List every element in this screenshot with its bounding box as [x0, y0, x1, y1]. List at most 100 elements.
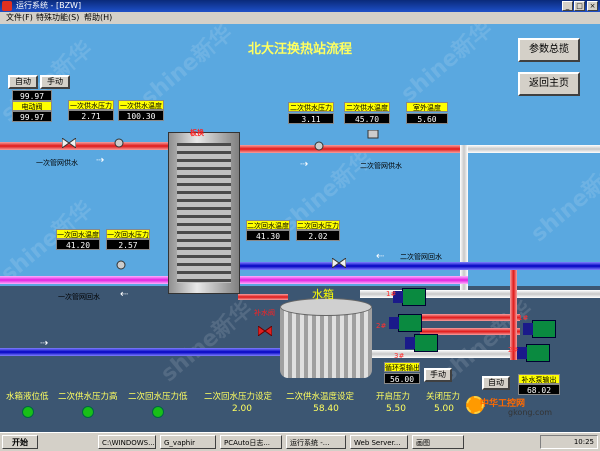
secondary-supply-pressure-label: 二次供水压力: [288, 102, 334, 112]
process-canvas: shine新华 shine新华 shine新华 shine新华 shine新华 …: [0, 24, 600, 432]
menu-file[interactable]: 文件(F): [6, 12, 33, 24]
makeup-pump-2[interactable]: [517, 344, 550, 362]
page-title: 北大汪换热站流程: [247, 42, 352, 57]
menu-help[interactable]: 帮助(H): [84, 12, 112, 24]
primary-supply-temp-label: 一次供水温度: [118, 100, 164, 110]
window-title: 运行系统 - [BZW]: [16, 1, 82, 10]
secondary-return-pressure-label: 二次回水压力: [296, 220, 340, 230]
primary-supply-pipe: [0, 142, 170, 150]
app-icon: [2, 1, 12, 11]
primary-supply-temp-value: 100.30: [118, 110, 164, 121]
pump-number-label: 1#: [518, 314, 529, 322]
window-titlebar: 运行系统 - [BZW] _ □ ×: [0, 0, 600, 12]
makeup-pump-output-value: 68.02: [518, 384, 560, 395]
pressure-sensor-icon: [314, 141, 324, 151]
check-valve-icon: [332, 258, 346, 268]
open-pressure-value[interactable]: 5.50: [376, 404, 416, 414]
hx-plates: [177, 143, 231, 283]
water-tank: [280, 306, 372, 378]
open-pressure-label: 开启压力: [376, 392, 411, 402]
return-pressure-setpoint-value[interactable]: 2.00: [222, 404, 262, 414]
secondary-return-pressure-value: 2.02: [296, 230, 340, 241]
taskbar-item[interactable]: G_vaphir: [160, 435, 216, 449]
makeup-pump-mode-button[interactable]: 自动: [482, 376, 510, 390]
return-pressure-low-indicator: [152, 406, 164, 418]
pump-number-label: 2#: [508, 346, 519, 354]
overview-button[interactable]: 参数总揽: [518, 38, 580, 62]
back-home-button[interactable]: 返回主页: [518, 72, 580, 96]
circulation-pump-2[interactable]: [389, 314, 422, 332]
flow-arrow-icon: ⇢: [96, 155, 105, 166]
pump-number-label: 1#: [386, 290, 397, 298]
taskbar: 开始 C:\WINDOWS... G_vaphir PCAuto日志... 运行…: [0, 432, 600, 451]
manual-button[interactable]: 手动: [40, 75, 70, 89]
secondary-supply-riser: [460, 145, 468, 295]
flow-arrow-icon: ⇠: [120, 289, 129, 300]
motorized-valve-icon[interactable]: [62, 138, 76, 148]
makeup-valve-pipe: [238, 294, 288, 300]
makeup-valve-icon[interactable]: [258, 326, 272, 336]
secondary-supply-pipe-label: 二次管网供水: [360, 162, 402, 170]
tank-label: 水箱: [312, 288, 334, 301]
flow-arrow-icon: ⇢: [300, 159, 309, 170]
supply-temp-setpoint-value[interactable]: 58.40: [306, 404, 346, 414]
close-pressure-value[interactable]: 5.00: [424, 404, 464, 414]
tank-level-low-indicator: [22, 406, 34, 418]
secondary-supply-pressure-high-label: 二次供水压力高: [58, 392, 118, 402]
secondary-supply-temp-label: 二次供水温度: [344, 102, 390, 112]
primary-supply-pressure-value: 2.71: [68, 110, 114, 121]
auto-button[interactable]: 自动: [8, 75, 38, 89]
start-button[interactable]: 开始: [2, 435, 38, 449]
secondary-return-temp-label: 二次回水温度: [246, 220, 290, 230]
taskbar-item-active[interactable]: 运行系统 -...: [286, 435, 346, 449]
circulation-pump-3[interactable]: [405, 334, 438, 352]
tank-level-low-label: 水箱液位低: [6, 392, 49, 402]
flow-arrow-icon: ⇢: [40, 338, 49, 349]
makeup-outlet-pipe: [370, 350, 520, 358]
taskbar-item[interactable]: Web Server...: [350, 435, 408, 449]
taskbar-item[interactable]: C:\WINDOWS...: [98, 435, 156, 449]
makeup-pump-1[interactable]: [523, 320, 556, 338]
supply-pressure-high-indicator: [82, 406, 94, 418]
flow-arrow-icon: ⇠: [376, 251, 385, 262]
secondary-supply-pipe: [238, 145, 468, 153]
makeup-valve-label: 补水阀: [254, 309, 275, 317]
menu-bar: 文件(F) 特殊功能(S) 帮助(H): [0, 12, 600, 24]
primary-return-pressure-label: 一次回水压力: [106, 229, 150, 239]
taskbar-item[interactable]: 画图: [412, 435, 464, 449]
valve-label: 电动阀: [12, 101, 52, 111]
secondary-supply-outlet-pipe: [460, 145, 600, 153]
circulation-pump-1[interactable]: [393, 288, 426, 306]
secondary-return-pressure-setpoint-label: 二次回水压力设定: [204, 392, 273, 402]
circ-pump-output-value: 56.00: [384, 373, 420, 384]
watermark: shine新华: [396, 24, 498, 108]
menu-special[interactable]: 特殊功能(S): [36, 12, 79, 24]
secondary-supply-temp-value: 45.70: [344, 113, 390, 124]
watermark: shine新华: [526, 156, 600, 248]
primary-supply-pressure-label: 一次供水压力: [68, 100, 114, 110]
secondary-return-pipe: [238, 262, 600, 270]
primary-return-temp-value: 41.20: [56, 239, 100, 250]
circ-pump-mode-button[interactable]: 手动: [424, 368, 452, 382]
primary-return-pressure-value: 2.57: [106, 239, 150, 250]
temperature-sensor-icon: [367, 130, 379, 139]
plate-heat-exchanger: [168, 132, 240, 294]
maximize-button[interactable]: □: [574, 1, 585, 11]
outdoor-temp-label: 室外温度: [406, 102, 448, 112]
circulation-pipe-1: [420, 314, 520, 321]
close-pressure-label: 关闭压力: [426, 392, 461, 402]
valve-feedback-value: 99.97: [12, 111, 52, 122]
secondary-return-pressure-low-label: 二次回水压力低: [128, 392, 188, 402]
close-button[interactable]: ×: [587, 1, 598, 11]
secondary-supply-temp-setpoint-label: 二次供水温度设定: [286, 392, 355, 402]
system-tray-clock: 10:25: [540, 435, 598, 449]
secondary-return-temp-value: 41.30: [246, 230, 290, 241]
primary-return-pipe: [0, 276, 170, 284]
secondary-supply-pressure-value: 3.11: [288, 113, 334, 124]
taskbar-item[interactable]: PCAuto日志...: [220, 435, 282, 449]
circ-pump-output-label: 循环泵输出: [384, 362, 420, 372]
minimize-button[interactable]: _: [562, 1, 573, 11]
valve-setpoint-value: 99.97: [12, 90, 52, 101]
pump-number-label: 2#: [376, 322, 387, 330]
primary-return-pipe-label: 一次管网回水: [58, 293, 100, 301]
